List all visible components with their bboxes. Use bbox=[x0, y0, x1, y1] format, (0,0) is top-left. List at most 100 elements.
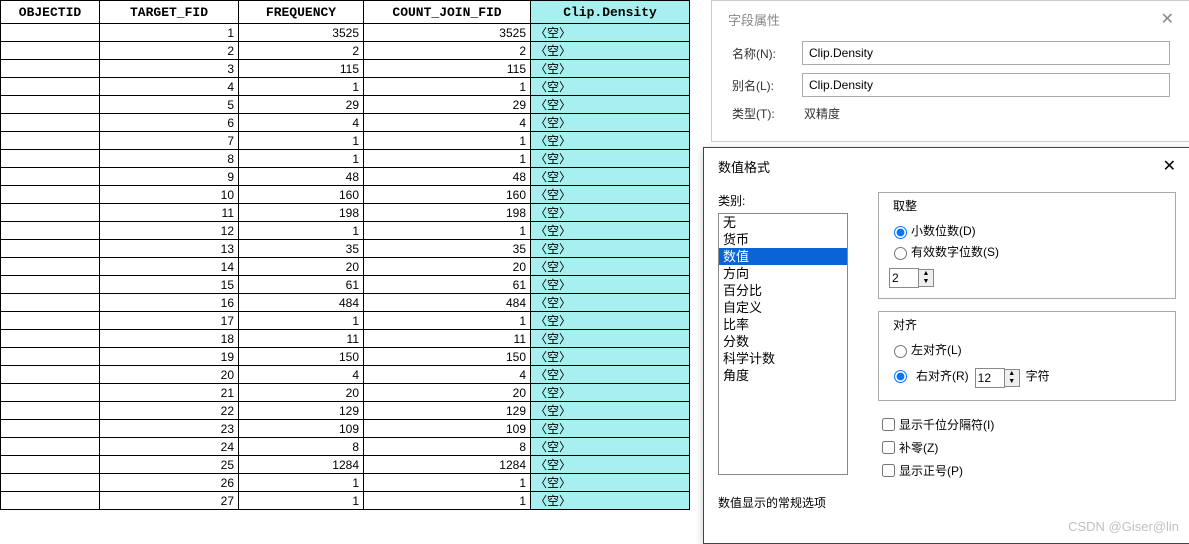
cell-objectid[interactable] bbox=[1, 150, 100, 168]
cell-count-join-fid[interactable]: 150 bbox=[364, 348, 531, 366]
table-row[interactable]: 1211〈空〉 bbox=[1, 222, 690, 240]
cell-clip-density[interactable]: 〈空〉 bbox=[531, 276, 690, 294]
table-row[interactable]: 411〈空〉 bbox=[1, 78, 690, 96]
category-list[interactable]: 无货币数值方向百分比自定义比率分数科学计数角度 bbox=[718, 213, 848, 475]
right-align-radio[interactable] bbox=[894, 370, 907, 383]
cell-count-join-fid[interactable]: 3525 bbox=[364, 24, 531, 42]
close-icon[interactable]: ✕ bbox=[1163, 156, 1176, 176]
cell-clip-density[interactable]: 〈空〉 bbox=[531, 384, 690, 402]
cell-clip-density[interactable]: 〈空〉 bbox=[531, 24, 690, 42]
cell-clip-density[interactable]: 〈空〉 bbox=[531, 114, 690, 132]
table-row[interactable]: 181111〈空〉 bbox=[1, 330, 690, 348]
category-item[interactable]: 比率 bbox=[719, 316, 847, 333]
chars-input[interactable] bbox=[975, 368, 1005, 388]
cell-count-join-fid[interactable]: 4 bbox=[364, 114, 531, 132]
cell-frequency[interactable]: 29 bbox=[239, 96, 364, 114]
cell-count-join-fid[interactable]: 1 bbox=[364, 132, 531, 150]
cell-target-fid[interactable]: 19 bbox=[100, 348, 239, 366]
cell-frequency[interactable]: 4 bbox=[239, 366, 364, 384]
table-row[interactable]: 2711〈空〉 bbox=[1, 492, 690, 510]
cell-frequency[interactable]: 1 bbox=[239, 78, 364, 96]
table-row[interactable]: 142020〈空〉 bbox=[1, 258, 690, 276]
cell-target-fid[interactable]: 16 bbox=[100, 294, 239, 312]
cell-objectid[interactable] bbox=[1, 330, 100, 348]
cell-clip-density[interactable]: 〈空〉 bbox=[531, 330, 690, 348]
cell-frequency[interactable]: 4 bbox=[239, 114, 364, 132]
cell-count-join-fid[interactable]: 20 bbox=[364, 258, 531, 276]
cell-frequency[interactable]: 129 bbox=[239, 402, 364, 420]
cell-count-join-fid[interactable]: 198 bbox=[364, 204, 531, 222]
cell-target-fid[interactable]: 25 bbox=[100, 456, 239, 474]
cell-target-fid[interactable]: 17 bbox=[100, 312, 239, 330]
table-row[interactable]: 94848〈空〉 bbox=[1, 168, 690, 186]
cell-objectid[interactable] bbox=[1, 114, 100, 132]
thousands-separator-checkbox[interactable] bbox=[882, 418, 895, 431]
cell-target-fid[interactable]: 27 bbox=[100, 492, 239, 510]
table-row[interactable]: 2611〈空〉 bbox=[1, 474, 690, 492]
table-row[interactable]: 133535〈空〉 bbox=[1, 240, 690, 258]
cell-target-fid[interactable]: 12 bbox=[100, 222, 239, 240]
cell-target-fid[interactable]: 15 bbox=[100, 276, 239, 294]
cell-objectid[interactable] bbox=[1, 312, 100, 330]
cell-objectid[interactable] bbox=[1, 294, 100, 312]
cell-clip-density[interactable]: 〈空〉 bbox=[531, 60, 690, 78]
category-item[interactable]: 角度 bbox=[719, 367, 847, 384]
cell-target-fid[interactable]: 13 bbox=[100, 240, 239, 258]
cell-target-fid[interactable]: 10 bbox=[100, 186, 239, 204]
cell-count-join-fid[interactable]: 8 bbox=[364, 438, 531, 456]
cell-clip-density[interactable]: 〈空〉 bbox=[531, 186, 690, 204]
spinner-up-icon[interactable]: ▲ bbox=[919, 270, 933, 278]
cell-count-join-fid[interactable]: 1 bbox=[364, 474, 531, 492]
cell-objectid[interactable] bbox=[1, 60, 100, 78]
cell-count-join-fid[interactable]: 48 bbox=[364, 168, 531, 186]
close-icon[interactable]: ✕ bbox=[1161, 9, 1174, 29]
table-row[interactable]: 1711〈空〉 bbox=[1, 312, 690, 330]
cell-frequency[interactable]: 1 bbox=[239, 474, 364, 492]
table-row[interactable]: 16484484〈空〉 bbox=[1, 294, 690, 312]
spinner-down-icon[interactable]: ▼ bbox=[1005, 378, 1019, 386]
category-item[interactable]: 方向 bbox=[719, 265, 847, 282]
cell-objectid[interactable] bbox=[1, 240, 100, 258]
table-row[interactable]: 711〈空〉 bbox=[1, 132, 690, 150]
cell-frequency[interactable]: 1 bbox=[239, 222, 364, 240]
cell-target-fid[interactable]: 8 bbox=[100, 150, 239, 168]
header-count-join-fid[interactable]: COUNT_JOIN_FID bbox=[364, 1, 531, 24]
table-row[interactable]: 2044〈空〉 bbox=[1, 366, 690, 384]
cell-frequency[interactable]: 2 bbox=[239, 42, 364, 60]
pad-zeros-checkbox[interactable] bbox=[882, 441, 895, 454]
cell-frequency[interactable]: 8 bbox=[239, 438, 364, 456]
cell-target-fid[interactable]: 20 bbox=[100, 366, 239, 384]
cell-clip-density[interactable]: 〈空〉 bbox=[531, 222, 690, 240]
cell-objectid[interactable] bbox=[1, 24, 100, 42]
cell-clip-density[interactable]: 〈空〉 bbox=[531, 402, 690, 420]
cell-objectid[interactable] bbox=[1, 276, 100, 294]
cell-count-join-fid[interactable]: 1 bbox=[364, 222, 531, 240]
cell-frequency[interactable]: 150 bbox=[239, 348, 364, 366]
category-item[interactable]: 数值 bbox=[719, 248, 847, 265]
table-row[interactable]: 3115115〈空〉 bbox=[1, 60, 690, 78]
header-frequency[interactable]: FREQUENCY bbox=[239, 1, 364, 24]
cell-count-join-fid[interactable]: 2 bbox=[364, 42, 531, 60]
cell-frequency[interactable]: 109 bbox=[239, 420, 364, 438]
cell-clip-density[interactable]: 〈空〉 bbox=[531, 78, 690, 96]
cell-clip-density[interactable]: 〈空〉 bbox=[531, 366, 690, 384]
cell-clip-density[interactable]: 〈空〉 bbox=[531, 456, 690, 474]
cell-target-fid[interactable]: 4 bbox=[100, 78, 239, 96]
cell-objectid[interactable] bbox=[1, 168, 100, 186]
decimal-count-input[interactable] bbox=[889, 268, 919, 288]
cell-count-join-fid[interactable]: 1 bbox=[364, 312, 531, 330]
cell-frequency[interactable]: 20 bbox=[239, 258, 364, 276]
category-item[interactable]: 分数 bbox=[719, 333, 847, 350]
cell-clip-density[interactable]: 〈空〉 bbox=[531, 438, 690, 456]
cell-frequency[interactable]: 48 bbox=[239, 168, 364, 186]
cell-objectid[interactable] bbox=[1, 258, 100, 276]
table-row[interactable]: 135253525〈空〉 bbox=[1, 24, 690, 42]
cell-count-join-fid[interactable]: 20 bbox=[364, 384, 531, 402]
cell-frequency[interactable]: 3525 bbox=[239, 24, 364, 42]
cell-target-fid[interactable]: 1 bbox=[100, 24, 239, 42]
table-row[interactable]: 222〈空〉 bbox=[1, 42, 690, 60]
cell-count-join-fid[interactable]: 29 bbox=[364, 96, 531, 114]
table-row[interactable]: 212020〈空〉 bbox=[1, 384, 690, 402]
cell-target-fid[interactable]: 5 bbox=[100, 96, 239, 114]
left-align-radio[interactable] bbox=[894, 345, 907, 358]
